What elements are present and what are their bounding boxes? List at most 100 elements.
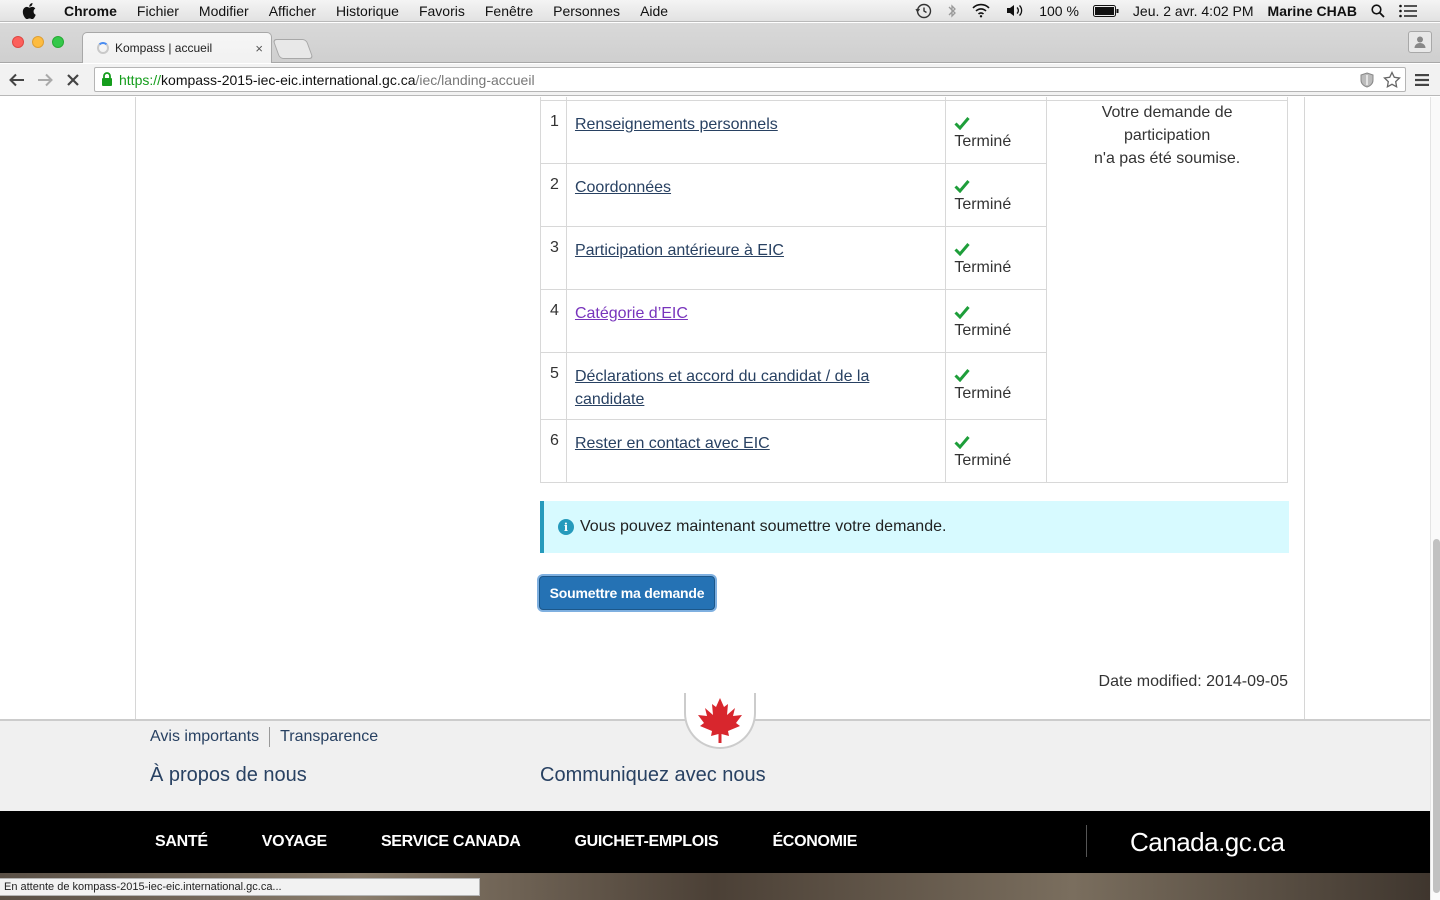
window-zoom-button[interactable] [52, 36, 64, 48]
summary-line-1: Votre demande de participation [1101, 103, 1233, 144]
shield-extension-icon[interactable] [1359, 72, 1375, 91]
menu-fenetre[interactable]: Fenêtre [475, 0, 543, 22]
page-scrollbar[interactable] [1430, 97, 1440, 900]
section-cell: Rester en contact avec EIC [565, 418, 947, 483]
menu-favoris[interactable]: Favoris [409, 0, 475, 22]
macos-menubar: Chrome Fichier Modifier Afficher Histori… [0, 0, 1440, 22]
checkmark-icon [954, 241, 1038, 257]
theme-link-job-bank[interactable]: GUICHET-EMPLOIS [574, 833, 718, 851]
menu-modifier[interactable]: Modifier [189, 0, 259, 22]
submission-summary-cell: Votre demande de participation n'a pas é… [1046, 99, 1288, 483]
status-text: Terminé [954, 451, 1012, 469]
status-text: Terminé [954, 195, 1012, 213]
row-number: 3 [540, 225, 567, 290]
theme-link-service-canada[interactable]: SERVICE CANADA [381, 833, 521, 851]
summary-line-2: n'a pas été soumise. [1093, 149, 1241, 167]
menu-personnes[interactable]: Personnes [543, 0, 630, 22]
checkmark-icon [954, 304, 1038, 320]
apple-icon[interactable] [18, 2, 40, 19]
footer-link-transparency[interactable]: Transparence [280, 728, 378, 746]
status-text: Terminé [954, 258, 1012, 276]
tab-title: Kompass | accueil [115, 41, 213, 55]
table-row: 1 Renseignements personnels Terminé Votr… [540, 99, 1288, 483]
checkmark-icon [954, 115, 1038, 131]
volume-icon[interactable] [998, 0, 1032, 22]
forward-arrow-icon[interactable] [33, 68, 57, 92]
window-close-button[interactable] [12, 36, 24, 48]
section-link-prior-participation[interactable]: Participation antérieure à EIC [575, 242, 784, 259]
status-cell: Terminé [945, 99, 1048, 164]
tab-close-icon[interactable]: × [255, 41, 263, 56]
theme-link-economy[interactable]: ÉCONOMIE [772, 833, 857, 851]
section-link-personal-info[interactable]: Renseignements personnels [575, 116, 778, 133]
checkmark-icon [954, 434, 1038, 450]
maple-leaf-icon [684, 693, 756, 749]
section-cell: Participation antérieure à EIC [565, 225, 947, 290]
window-controls [12, 36, 64, 48]
notification-center-icon[interactable] [1392, 0, 1424, 22]
menu-fichier[interactable]: Fichier [127, 0, 189, 22]
back-arrow-icon[interactable] [5, 68, 29, 92]
theme-link-health[interactable]: SANTÉ [155, 833, 208, 851]
url-path: /iec/landing-accueil [415, 71, 535, 88]
theme-bar-divider [1086, 825, 1087, 857]
profile-icon[interactable] [1408, 31, 1432, 53]
bluetooth-icon[interactable] [940, 0, 964, 22]
status-cell: Terminé [945, 288, 1048, 353]
menu-aide[interactable]: Aide [630, 0, 678, 22]
new-tab-button[interactable] [272, 39, 314, 59]
row-number: 5 [540, 351, 567, 420]
site-footer: Avis importants Transparence À propos de… [0, 693, 1430, 811]
section-link-iec-category[interactable]: Catégorie d’EIC [575, 305, 688, 322]
footer-about-link[interactable]: À propos de nous [150, 764, 307, 787]
address-bar[interactable]: https://kompass-2015-iec-eic.internation… [94, 67, 1406, 92]
section-link-declarations[interactable]: Déclarations et accord du candidat / de … [575, 368, 869, 408]
battery-icon[interactable] [1086, 0, 1126, 22]
browser-tab-active[interactable]: Kompass | accueil × [82, 32, 272, 63]
row-number: 6 [540, 418, 567, 483]
time-machine-icon[interactable] [908, 0, 940, 22]
section-cell: Renseignements personnels [565, 99, 947, 164]
browser-tab-bar: Kompass | accueil × [0, 23, 1440, 63]
date-modified-label: Date modified: [1098, 673, 1207, 690]
wifi-icon[interactable] [964, 0, 998, 22]
menubar-clock[interactable]: Jeu. 2 avr. 4:02 PM [1126, 0, 1261, 22]
bookmark-star-icon[interactable] [1383, 70, 1401, 92]
scrollbar-thumb[interactable] [1433, 539, 1440, 893]
submit-application-button[interactable]: Soumettre ma demande [539, 576, 715, 610]
date-modified: Date modified: 2014-09-05 [1099, 673, 1288, 691]
footer-links: Avis importants Transparence [150, 727, 378, 747]
section-cell: Catégorie d’EIC [565, 288, 947, 353]
secure-lock-icon[interactable] [101, 72, 113, 87]
stop-loading-icon[interactable] [61, 68, 85, 92]
menu-app-name[interactable]: Chrome [54, 0, 127, 22]
canada-gc-ca-link[interactable]: Canada.gc.ca [1130, 827, 1285, 858]
content-border-right [1304, 97, 1305, 719]
row-number: 2 [540, 162, 567, 227]
spotlight-search-icon[interactable] [1364, 0, 1392, 22]
window-minimize-button[interactable] [32, 36, 44, 48]
info-icon: i [558, 519, 574, 535]
menu-afficher[interactable]: Afficher [259, 0, 326, 22]
loading-spinner-icon [97, 42, 109, 54]
status-cell: Terminé [945, 162, 1048, 227]
theme-link-travel[interactable]: VOYAGE [262, 833, 328, 851]
menubar-user[interactable]: Marine CHAB [1261, 0, 1364, 22]
section-link-contact-info[interactable]: Coordonnées [575, 179, 671, 196]
footer-link-notices[interactable]: Avis importants [150, 728, 259, 746]
chrome-menu-icon[interactable] [1412, 70, 1432, 90]
status-cell: Terminé [945, 418, 1048, 483]
section-link-stay-in-contact[interactable]: Rester en contact avec EIC [575, 435, 770, 452]
date-modified-value: 2014-09-05 [1206, 673, 1288, 690]
footer-contact-link[interactable]: Communiquez avec nous [540, 764, 766, 787]
section-cell: Coordonnées [565, 162, 947, 227]
menu-historique[interactable]: Historique [326, 0, 409, 22]
battery-percent: 100 % [1039, 2, 1079, 19]
status-text: Terminé [954, 321, 1012, 339]
status-cell: Terminé [945, 351, 1048, 420]
browser-status-bubble: En attente de kompass-2015-iec-eic.inter… [0, 878, 480, 896]
gc-theme-bar: SANTÉ VOYAGE SERVICE CANADA GUICHET-EMPL… [0, 811, 1430, 873]
status-text: Terminé [954, 132, 1012, 150]
alert-text: Vous pouvez maintenant soumettre votre d… [580, 518, 947, 535]
section-cell: Déclarations et accord du candidat / de … [565, 351, 947, 420]
